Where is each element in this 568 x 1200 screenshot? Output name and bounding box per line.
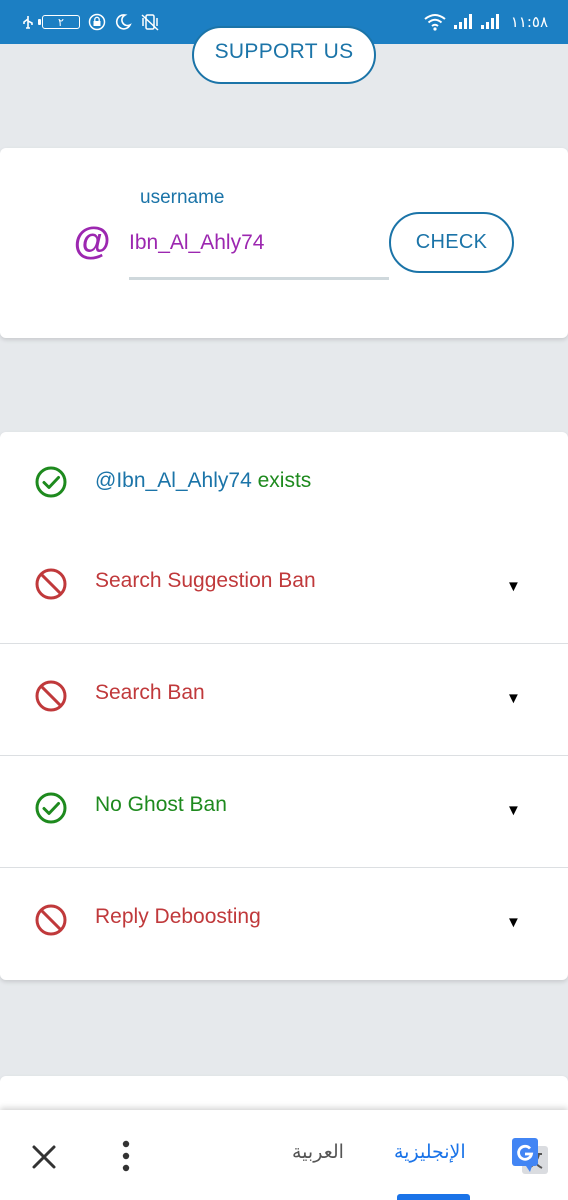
result-text: No Ghost Ban: [95, 793, 227, 816]
exists-suffix: exists: [251, 469, 312, 492]
more-vert-icon[interactable]: [120, 1140, 132, 1172]
translate-bar: العربية الإنجليزية: [0, 1110, 568, 1200]
result-row-exists: @Ibn_Al_Ahly74 exists: [0, 432, 568, 532]
ban-icon: [35, 568, 67, 600]
results-card: @Ibn_Al_Ahly74 exists Search Suggestion …: [0, 432, 568, 980]
support-us-button[interactable]: SUPPORT US: [192, 26, 376, 84]
result-row-no-ghost-ban[interactable]: No Ghost Ban ▼: [0, 756, 568, 868]
username-input[interactable]: [129, 224, 389, 262]
status-bar-left: ٢: [22, 0, 160, 44]
battery-level: ٢: [58, 15, 64, 29]
source-language-tab[interactable]: العربية: [292, 1141, 344, 1163]
check-circle-icon: [35, 466, 67, 498]
input-underline: [129, 277, 389, 280]
lock-icon: [88, 13, 106, 31]
signal-icon-2: [480, 14, 499, 29]
signal-icon: [453, 14, 472, 29]
clock: ١١:٥٨: [510, 13, 548, 31]
wifi-icon: [424, 14, 446, 31]
result-text: Search Suggestion Ban: [95, 569, 316, 592]
result-text: @Ibn_Al_Ahly74 exists: [95, 469, 311, 493]
result-row-search-suggestion-ban[interactable]: Search Suggestion Ban ▼: [0, 532, 568, 644]
expand-arrow-icon[interactable]: ▼: [506, 914, 521, 931]
vibrate-off-icon: [141, 14, 159, 31]
result-row-search-ban[interactable]: Search Ban ▼: [0, 644, 568, 756]
result-text: Reply Deboosting: [95, 905, 261, 928]
google-translate-icon[interactable]: [510, 1136, 550, 1176]
expand-arrow-icon[interactable]: ▼: [506, 802, 521, 819]
battery-icon: ٢: [38, 15, 80, 29]
expand-arrow-icon[interactable]: ▼: [506, 690, 521, 707]
at-icon: @: [73, 221, 111, 263]
username-field-label: username: [140, 187, 225, 208]
check-button[interactable]: CHECK: [389, 212, 514, 273]
result-text: Search Ban: [95, 681, 205, 704]
exists-username: @Ibn_Al_Ahly74: [95, 469, 252, 492]
ban-icon: [35, 680, 67, 712]
result-row-reply-deboosting[interactable]: Reply Deboosting ▼: [0, 868, 568, 980]
ban-icon: [35, 904, 67, 936]
active-tab-indicator: [397, 1194, 470, 1200]
status-bar-right: ١١:٥٨: [424, 0, 548, 44]
usb-icon: [23, 16, 33, 29]
expand-arrow-icon[interactable]: ▼: [506, 578, 521, 595]
target-language-tab[interactable]: الإنجليزية: [394, 1141, 466, 1163]
moon-icon: [115, 14, 132, 30]
close-icon[interactable]: [30, 1143, 58, 1171]
check-circle-icon: [35, 792, 67, 824]
